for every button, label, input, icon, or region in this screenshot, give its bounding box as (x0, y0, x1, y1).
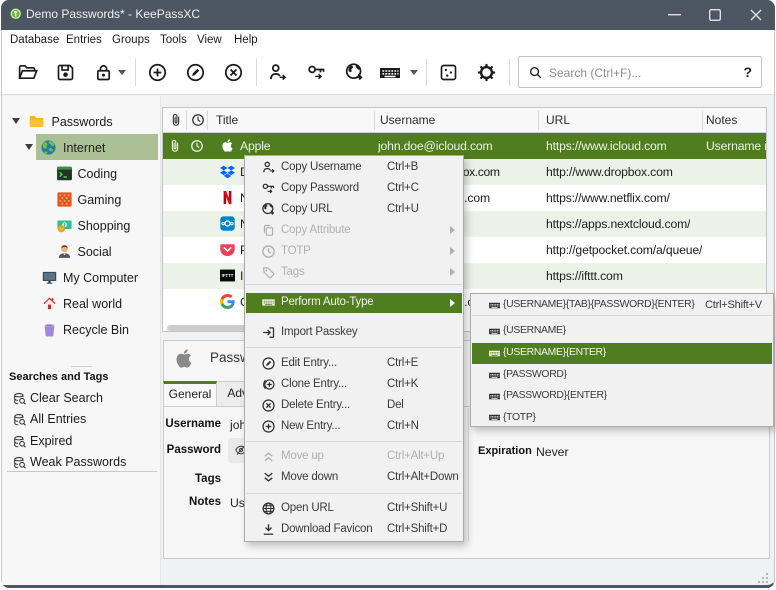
svg-text:IFTTT: IFTTT (222, 273, 234, 278)
